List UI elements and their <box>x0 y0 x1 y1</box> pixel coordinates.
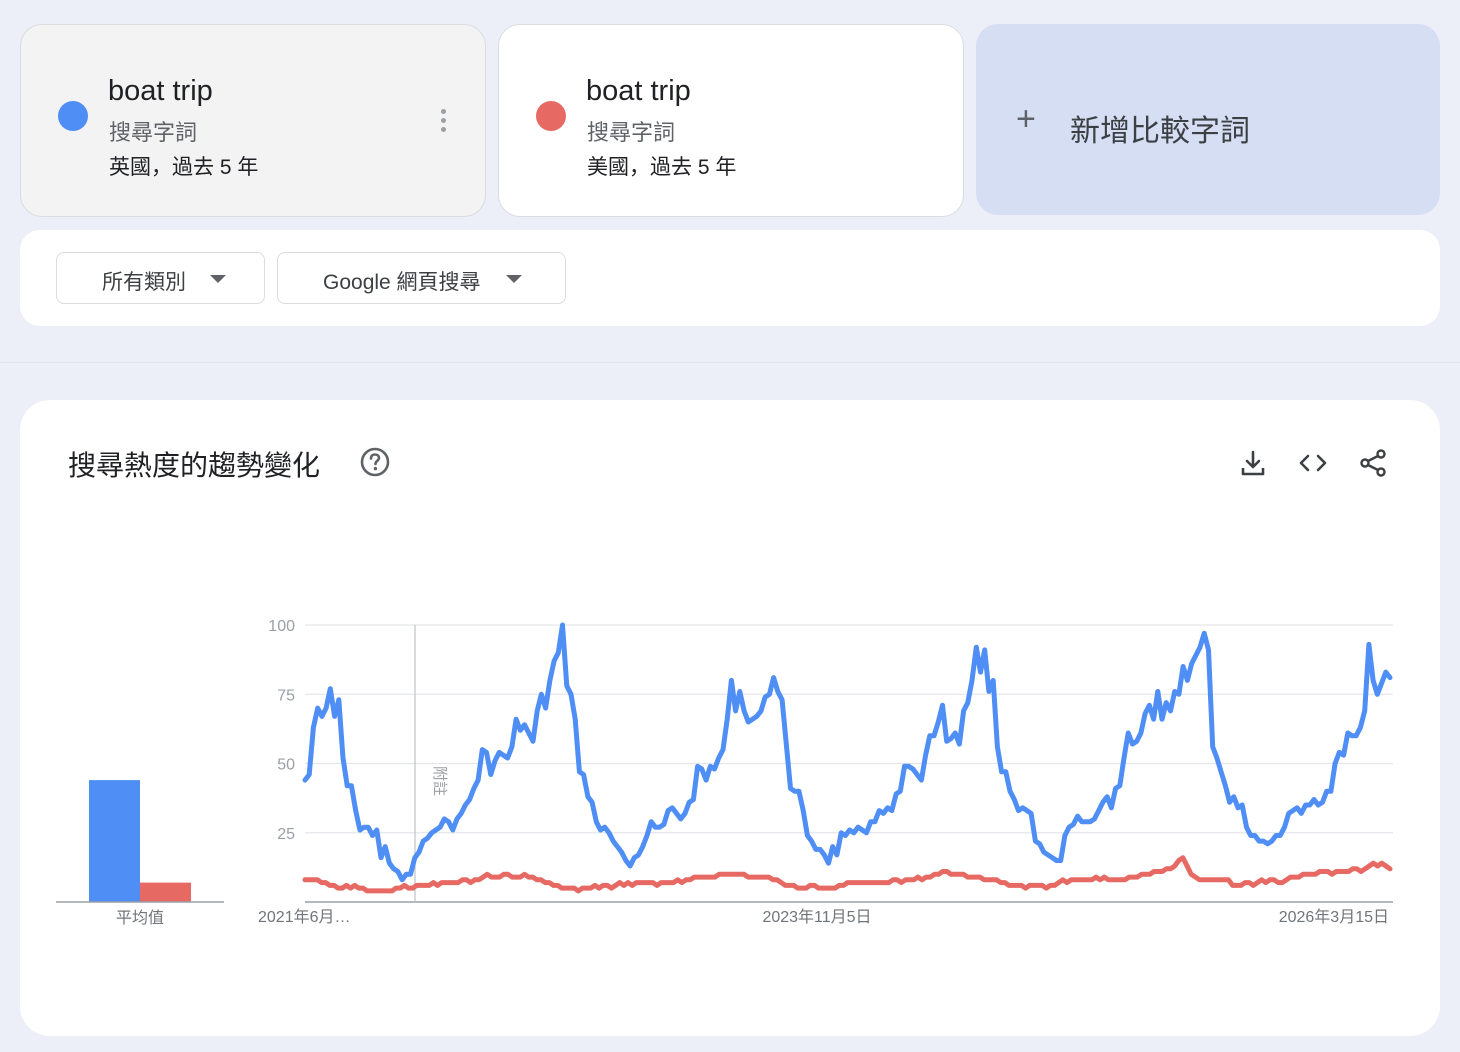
y-tick-label: 50 <box>277 757 295 774</box>
interest-chart: 平均值 25 50 75 100 附註 2021年6月… 2023年11月5日 2026年3月… <box>56 618 1393 927</box>
y-tick-label: 100 <box>268 618 295 635</box>
series-line-1 <box>302 622 1393 883</box>
average-bar-1 <box>89 780 140 902</box>
x-tick-label: 2026年3月15日 <box>1279 908 1389 926</box>
series-line-2 <box>302 855 1393 894</box>
x-tick-label: 2023年11月5日 <box>762 908 871 926</box>
average-label: 平均值 <box>116 909 164 927</box>
y-tick-label: 25 <box>277 826 295 843</box>
annotation-label: 附註 <box>431 766 448 796</box>
y-tick-label: 75 <box>277 687 295 704</box>
average-bar-2 <box>140 882 191 902</box>
x-tick-label: 2021年6月… <box>258 908 351 926</box>
